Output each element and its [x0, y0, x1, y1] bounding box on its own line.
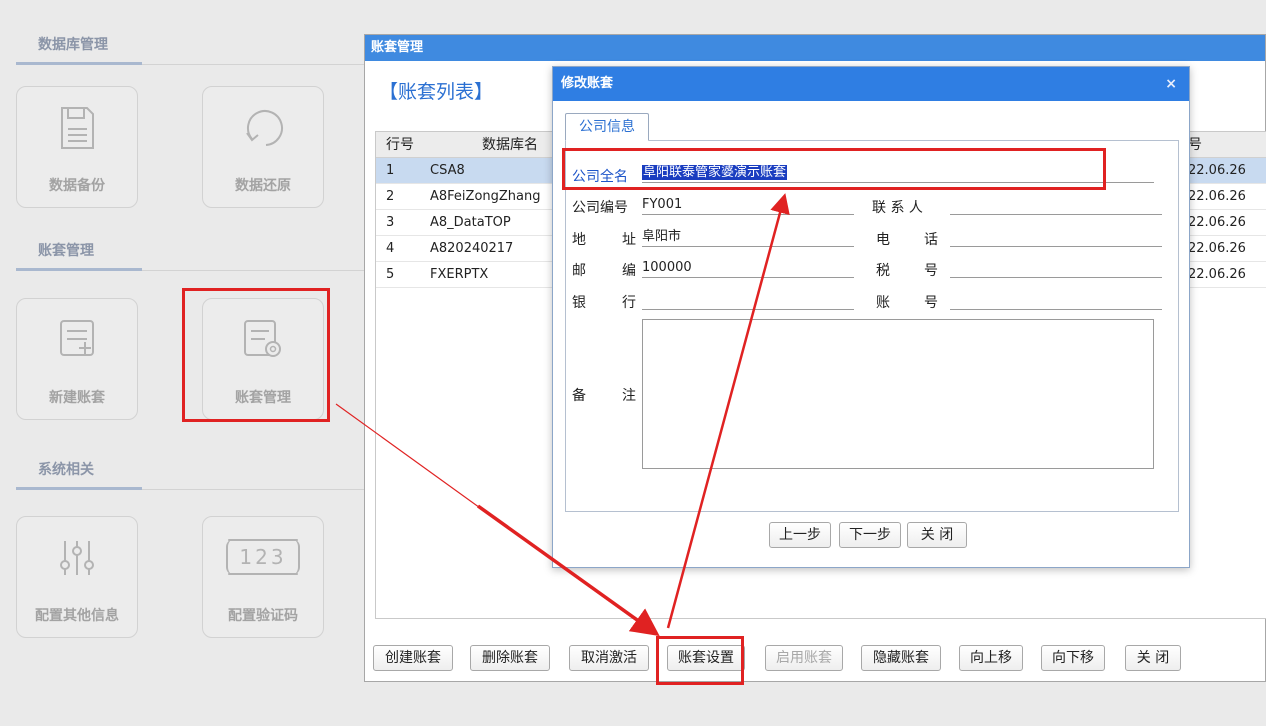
tax-label-a: 税	[876, 263, 890, 279]
cell-date: 22.06.26	[1188, 189, 1246, 204]
cell-row-no: 2	[386, 189, 395, 204]
next-step-button[interactable]: 下一步	[839, 522, 901, 548]
account-list-heading: 【账套列表】	[379, 81, 494, 103]
tile-label: 新建账套	[49, 390, 105, 406]
memo-textarea[interactable]	[642, 319, 1154, 469]
tile-account-management[interactable]: 账套管理	[202, 298, 324, 420]
address-field[interactable]: 阜阳市	[642, 227, 854, 247]
memo-label-a: 备	[572, 388, 586, 404]
deactivate-button[interactable]: 取消激活	[569, 645, 649, 671]
tile-label: 账套管理	[235, 390, 291, 406]
tile-data-backup[interactable]: 数据备份	[16, 86, 138, 208]
verify-code-glyph: 123	[239, 545, 287, 569]
account-no-label-a: 账	[876, 295, 890, 311]
section-title-system: 系统相关	[38, 462, 94, 478]
column-header-db-name[interactable]: 数据库名	[482, 132, 538, 158]
document-settings-icon	[244, 320, 281, 357]
dialog-titlebar: 修改账套 ×	[553, 67, 1189, 101]
address-label-a: 地	[572, 232, 586, 248]
tile-verify-code[interactable]: 123 配置验证码	[202, 516, 324, 638]
cell-db-name: CSA8	[430, 163, 465, 178]
verification-code-icon: 123	[226, 539, 300, 575]
phone-label-b: 话	[924, 232, 938, 248]
cell-row-no: 4	[386, 241, 395, 256]
cell-date: 22.06.26	[1188, 163, 1246, 178]
sliders-icon	[60, 541, 94, 575]
tile-label: 配置其他信息	[35, 608, 119, 624]
cell-db-name: A820240217	[430, 241, 514, 256]
create-account-button[interactable]: 创建账套	[373, 645, 453, 671]
close-main-button[interactable]: 关 闭	[1125, 645, 1181, 671]
memo-label-b: 注	[622, 388, 636, 404]
company-name-label: 公司全名	[572, 169, 628, 185]
tax-field[interactable]	[950, 258, 1162, 278]
company-name-value: 阜阳联泰管家婆演示账套	[642, 165, 788, 180]
company-code-field[interactable]: FY001	[642, 195, 854, 215]
company-name-field[interactable]: 阜阳联泰管家婆演示账套	[642, 163, 1154, 183]
cell-row-no: 5	[386, 267, 395, 282]
postcode-label-b: 编	[622, 263, 636, 279]
section-title-database: 数据库管理	[38, 37, 108, 53]
close-icon[interactable]: ×	[1165, 67, 1177, 101]
cell-row-no: 1	[386, 163, 395, 178]
section-title-account: 账套管理	[38, 243, 94, 259]
cell-date: 22.06.26	[1188, 267, 1246, 282]
account-no-field[interactable]	[950, 290, 1162, 310]
window-title: 账套管理	[365, 35, 1265, 61]
phone-label-a: 电	[876, 232, 890, 248]
tab-company-info[interactable]: 公司信息	[565, 113, 649, 141]
company-code-label: 公司编号	[572, 200, 628, 216]
cell-date: 22.06.26	[1188, 241, 1246, 256]
tile-label: 数据还原	[235, 178, 291, 194]
enable-account-button[interactable]: 启用账套	[765, 645, 843, 671]
cell-row-no: 3	[386, 215, 395, 230]
company-info-panel: 公司全名 阜阳联泰管家婆演示账套 公司编号 FY001 联 系 人 地 址 阜阳…	[565, 140, 1179, 512]
section-underline	[16, 62, 142, 65]
contact-label: 联 系 人	[872, 200, 923, 216]
account-settings-button[interactable]: 账套设置	[667, 645, 745, 671]
dialog-close-button[interactable]: 关 闭	[907, 522, 967, 548]
bank-label-b: 行	[622, 295, 636, 311]
cell-db-name: A8FeiZongZhang	[430, 189, 541, 204]
section-underline	[16, 268, 142, 271]
restore-circle-icon	[246, 110, 283, 146]
bank-field[interactable]	[642, 290, 854, 310]
column-header-code[interactable]: 号	[1188, 132, 1202, 158]
tile-label: 配置验证码	[228, 608, 298, 624]
hide-account-button[interactable]: 隐藏账套	[861, 645, 941, 671]
dialog-title: 修改账套	[561, 76, 614, 91]
edit-account-dialog: 修改账套 × 公司信息 公司全名 阜阳联泰管家婆演示账套 公司编号 FY001 …	[552, 66, 1190, 568]
tile-data-restore[interactable]: 数据还原	[202, 86, 324, 208]
tile-other-config[interactable]: 配置其他信息	[16, 516, 138, 638]
phone-field[interactable]	[950, 227, 1162, 247]
delete-account-button[interactable]: 删除账套	[470, 645, 550, 671]
bank-label-a: 银	[572, 295, 586, 311]
column-header-row-no[interactable]: 行号	[386, 132, 414, 158]
previous-step-button[interactable]: 上一步	[769, 522, 831, 548]
tile-label: 数据备份	[49, 178, 105, 194]
section-underline	[16, 487, 142, 490]
postcode-label-a: 邮	[572, 263, 586, 279]
move-down-button[interactable]: 向下移	[1041, 645, 1105, 671]
floppy-disk-icon	[61, 107, 94, 149]
contact-field[interactable]	[950, 195, 1162, 215]
cell-db-name: A8_DataTOP	[430, 215, 511, 230]
account-no-label-b: 号	[924, 295, 938, 311]
tile-new-account[interactable]: 新建账套	[16, 298, 138, 420]
cell-date: 22.06.26	[1188, 215, 1246, 230]
cell-db-name: FXERPTX	[430, 267, 489, 282]
move-up-button[interactable]: 向上移	[959, 645, 1023, 671]
document-add-icon	[60, 320, 94, 356]
postcode-field[interactable]: 100000	[642, 258, 854, 278]
address-label-b: 址	[622, 232, 636, 248]
tax-label-b: 号	[924, 263, 938, 279]
